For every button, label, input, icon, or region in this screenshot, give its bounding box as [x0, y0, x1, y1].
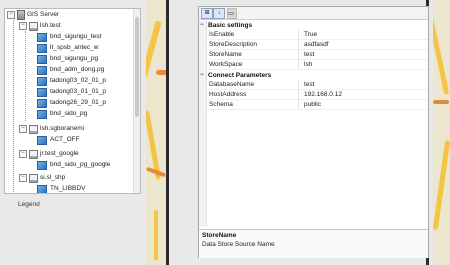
tree-node-layer[interactable]: bnd_adm_dong.pg	[37, 65, 104, 75]
collapse-icon[interactable]: −	[200, 71, 204, 80]
collapse-icon[interactable]: −	[19, 174, 27, 182]
datastore-icon	[29, 124, 38, 134]
layer-icon	[37, 65, 47, 75]
tree-guide-line	[25, 31, 26, 121]
tree-node-layer[interactable]: bnd_sigungu_test	[37, 32, 101, 42]
tree-guide-line	[13, 20, 14, 192]
map-road	[156, 70, 166, 75]
layer-icon	[37, 160, 47, 170]
property-row[interactable]: DatabaseName test	[206, 80, 428, 90]
category-connect-parameters[interactable]: − Connect Parameters	[199, 71, 428, 80]
tree-root[interactable]: − GIS Server	[7, 10, 59, 20]
datastore-icon	[29, 149, 38, 159]
server-icon	[17, 10, 25, 20]
description-text: Data Store Source Name	[202, 241, 275, 248]
collapse-icon[interactable]: −	[19, 125, 27, 133]
tree-scrollbar[interactable]	[133, 9, 140, 193]
tree-node-store[interactable]: − lsh.sgboranemi	[19, 124, 84, 134]
property-grid: − Basic settings IsEnable True StoreDesc…	[199, 21, 428, 227]
column-separator	[298, 50, 299, 59]
property-row[interactable]: WorkSpace lsh	[206, 60, 428, 70]
column-separator	[298, 90, 299, 99]
legend-label: Legend	[18, 201, 40, 208]
column-separator	[298, 60, 299, 69]
property-toolbar: ⊞ ↓ ▭	[199, 7, 428, 20]
map-road	[433, 100, 449, 104]
property-row[interactable]: IsEnable True	[206, 30, 428, 40]
tree-node-layer[interactable]: tadong03_01_01_p	[37, 87, 106, 97]
collapse-icon[interactable]: −	[19, 22, 27, 30]
property-panel: ⊞ ↓ ▭ − Basic settings IsEnable True Sto…	[198, 6, 429, 258]
map-view-right[interactable]	[433, 0, 450, 265]
tree-node-layer[interactable]: bnd_sido_pg_google	[37, 160, 110, 170]
column-separator	[298, 40, 299, 49]
column-separator	[298, 30, 299, 39]
description-title: StoreName	[202, 232, 237, 239]
layer-icon	[37, 87, 47, 97]
category-basic-settings[interactable]: − Basic settings	[199, 21, 428, 30]
tree-node-layer[interactable]: bnd_sido_pg	[37, 109, 87, 119]
tree-node-layer[interactable]: ACT_OFF	[37, 135, 80, 145]
layer-icon	[37, 43, 47, 53]
datastore-icon	[29, 21, 38, 31]
collapse-icon[interactable]: −	[200, 21, 204, 30]
property-row[interactable]: StoreDescription asdfasdf	[206, 40, 428, 50]
tree-node-layer[interactable]: tadong03_02_01_p	[37, 76, 106, 86]
map-view-left[interactable]	[146, 0, 166, 265]
splitter[interactable]	[166, 0, 169, 265]
layer-icon	[37, 32, 47, 42]
collapse-icon[interactable]: −	[19, 150, 27, 158]
tree-node-store[interactable]: − jr.test_google	[19, 149, 79, 159]
column-separator	[298, 100, 299, 109]
tree-node-layer[interactable]: bnd_sigungu_pg	[37, 54, 98, 64]
catalog-tree: − GIS Server − lsh.test bnd_sigungu_test l…	[4, 8, 141, 194]
map-road	[433, 140, 450, 230]
property-row[interactable]: HostAddress 192.168.0.12	[206, 90, 428, 100]
layer-icon	[37, 135, 47, 145]
layer-icon	[37, 109, 47, 119]
categorized-view-button[interactable]: ⊞	[201, 8, 213, 19]
tree-node-store[interactable]: − lsh.test	[19, 21, 61, 31]
property-row[interactable]: Schema public	[206, 100, 428, 110]
column-separator	[298, 80, 299, 89]
property-pages-button[interactable]: ▭	[227, 8, 237, 19]
map-road	[154, 210, 158, 260]
datastore-icon	[29, 173, 38, 183]
layer-icon	[37, 184, 47, 193]
property-description-box: StoreName Data Store Source Name	[199, 229, 428, 258]
alphabetical-sort-button[interactable]: ↓	[213, 8, 225, 19]
tree-node-layer[interactable]: lt_spsb_antec_w	[37, 43, 98, 53]
collapse-icon[interactable]: −	[7, 11, 15, 19]
scrollbar-thumb[interactable]	[135, 17, 139, 117]
tree-node-layer[interactable]: tadong26_29_01_p	[37, 98, 106, 108]
layer-icon	[37, 54, 47, 64]
tree-node-store[interactable]: − si.sl_shp	[19, 173, 65, 183]
tree-node-layer[interactable]: TN_LIBBDV	[37, 184, 85, 193]
layer-icon	[37, 76, 47, 86]
map-road	[433, 15, 450, 95]
property-row[interactable]: StoreName test	[206, 50, 428, 60]
layer-icon	[37, 98, 47, 108]
